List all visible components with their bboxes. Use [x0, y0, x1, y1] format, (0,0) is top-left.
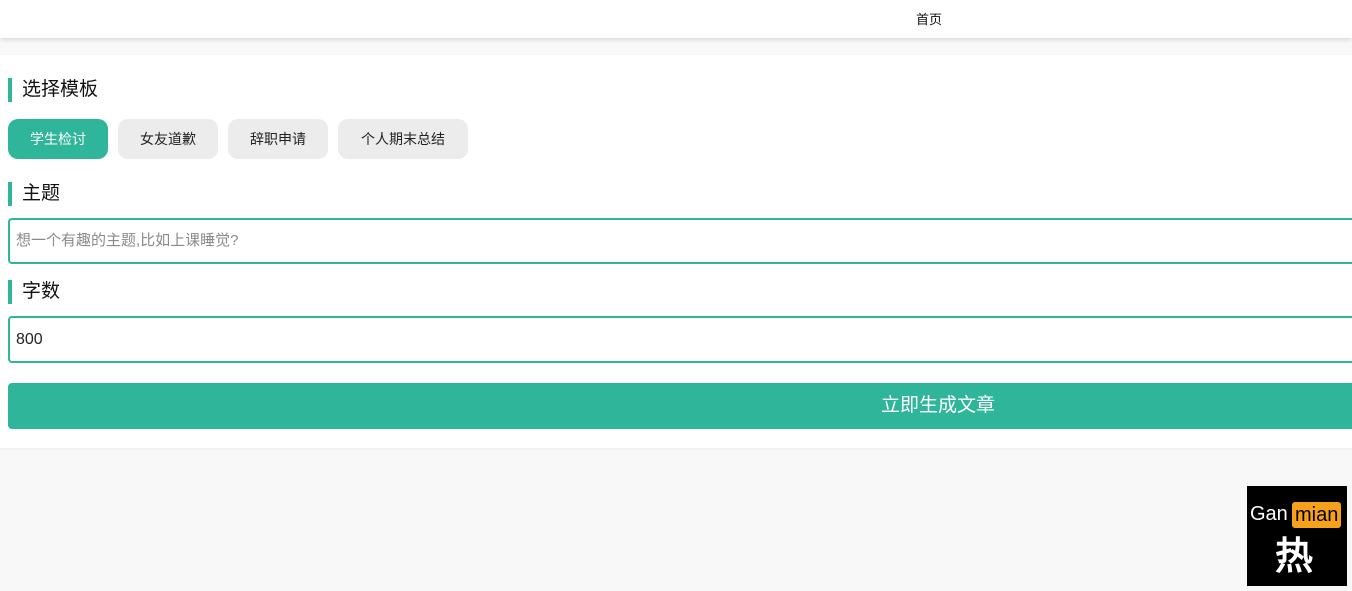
logo-glyph: 热 — [1275, 533, 1314, 578]
template-button-student-self-criticism[interactable]: 学生检讨 — [8, 119, 108, 159]
template-button-term-summary[interactable]: 个人期末总结 — [338, 119, 468, 159]
topic-input[interactable] — [8, 218, 1352, 264]
ganmian-logo: Gan mian 热 — [1247, 486, 1347, 586]
template-section-title: 选择模板 — [8, 78, 98, 102]
word-count-input[interactable] — [8, 316, 1352, 363]
top-navigation-bar: 首页 — [0, 0, 1352, 38]
logo-text-mian: mian — [1292, 502, 1342, 528]
word-count-section-title: 字数 — [8, 280, 60, 304]
generate-article-button[interactable]: 立即生成文章 — [8, 383, 1352, 429]
generate-article-button-label: 立即生成文章 — [880, 395, 995, 416]
template-button-resignation-letter[interactable]: 辞职申请 — [228, 119, 328, 159]
generator-form-card: 选择模板 学生检讨 女友道歉 辞职申请 个人期末总结 主题 字数 立即生成文章 — [0, 55, 1352, 448]
logo-text-gan: Gan — [1250, 503, 1288, 525]
topic-section-title: 主题 — [8, 182, 60, 206]
template-button-girlfriend-apology[interactable]: 女友道歉 — [118, 119, 218, 159]
nav-home-link[interactable]: 首页 — [916, 9, 942, 28]
